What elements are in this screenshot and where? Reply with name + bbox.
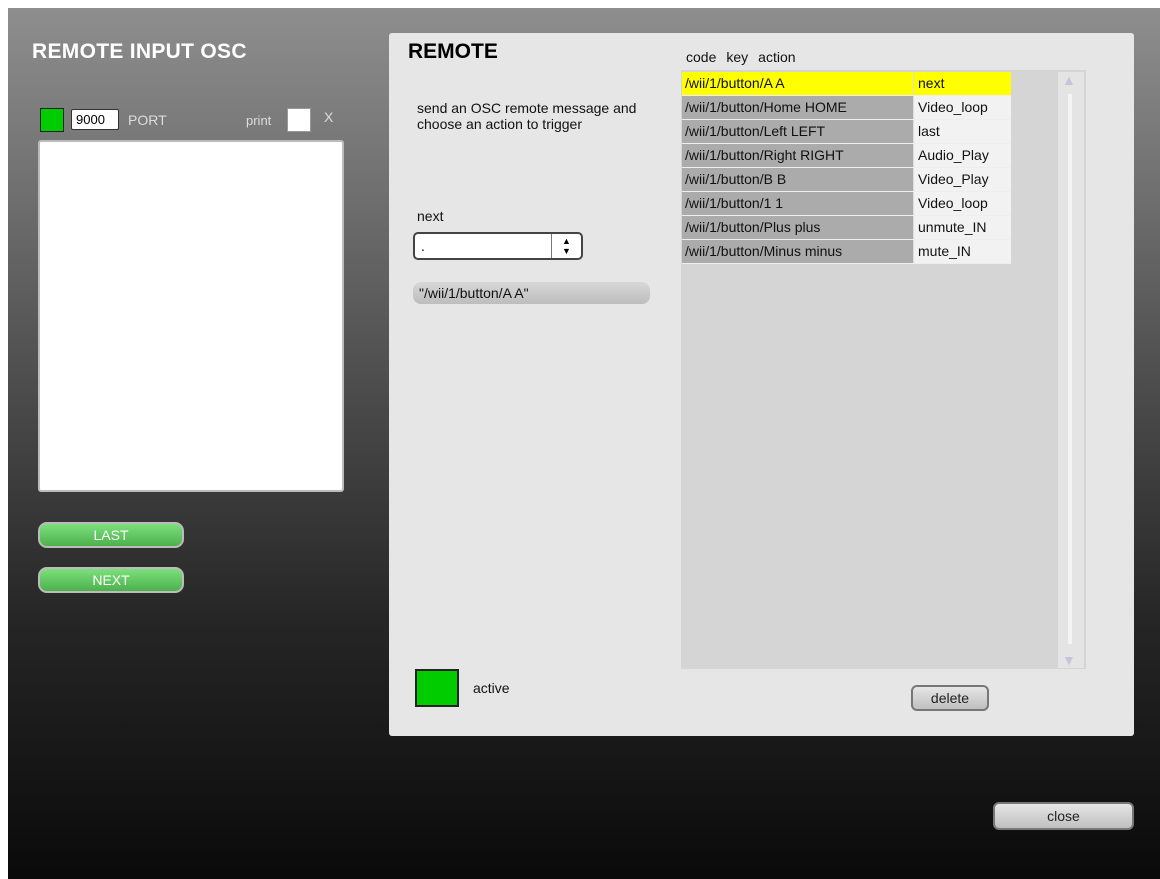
- print-toggle[interactable]: [287, 108, 311, 132]
- row-action[interactable]: Video_loop: [914, 192, 1011, 215]
- remote-panel-title: REMOTE: [408, 40, 498, 63]
- table-row[interactable]: /wii/1/button/1 1 Video_loop: [682, 192, 1011, 216]
- next-button[interactable]: NEXT: [38, 567, 184, 593]
- app-title: REMOTE INPUT OSC: [32, 40, 247, 63]
- table-row[interactable]: /wii/1/button/A Anext: [682, 72, 1011, 96]
- row-action[interactable]: last: [914, 120, 1011, 143]
- table-row[interactable]: /wii/1/button/Right RIGHT Audio_Play: [682, 144, 1011, 168]
- print-label: print: [246, 113, 272, 128]
- header-action: action: [758, 49, 796, 65]
- row-action[interactable]: unmute_IN: [914, 216, 1011, 239]
- table-row[interactable]: /wii/1/button/Plus plus unmute_IN: [682, 216, 1011, 240]
- delete-button[interactable]: delete: [911, 685, 989, 711]
- close-button[interactable]: close: [993, 802, 1134, 830]
- table-row[interactable]: /wii/1/button/Home HOME Video_loop: [682, 96, 1011, 120]
- port-input[interactable]: 9000: [71, 109, 119, 130]
- scrollbar[interactable]: ▲ ▼: [1058, 72, 1084, 668]
- osc-message-display: "/wii/1/button/A A": [413, 282, 650, 304]
- scroll-track[interactable]: [1068, 94, 1072, 644]
- row-code[interactable]: /wii/1/button/Left LEFT: [682, 120, 914, 143]
- row-code[interactable]: /wii/1/button/Minus minus: [682, 240, 914, 263]
- row-code[interactable]: /wii/1/button/B B: [682, 168, 914, 191]
- table-row[interactable]: /wii/1/button/Minus minus mute_IN: [682, 240, 1011, 264]
- action-select[interactable]: . ▲ ▼: [413, 232, 583, 260]
- osc-enable-toggle[interactable]: [40, 108, 64, 132]
- table-headers: code key action: [686, 49, 806, 65]
- row-action[interactable]: next: [914, 72, 1011, 95]
- mapping-table: /wii/1/button/A Anext/wii/1/button/Home …: [682, 72, 1011, 264]
- port-label: PORT: [128, 112, 167, 128]
- header-key: key: [726, 49, 749, 65]
- table-row[interactable]: /wii/1/button/Left LEFT last: [682, 120, 1011, 144]
- header-code: code: [686, 49, 717, 65]
- clear-print-button[interactable]: X: [324, 109, 333, 125]
- row-code[interactable]: /wii/1/button/1 1: [682, 192, 914, 215]
- osc-log-area[interactable]: [38, 140, 344, 492]
- table-row[interactable]: /wii/1/button/B B Video_Play: [682, 168, 1011, 192]
- row-code[interactable]: /wii/1/button/A A: [682, 72, 914, 95]
- scroll-up-icon[interactable]: ▲: [1062, 72, 1076, 88]
- active-toggle[interactable]: [415, 669, 459, 707]
- last-button[interactable]: LAST: [38, 522, 184, 548]
- row-code[interactable]: /wii/1/button/Plus plus: [682, 216, 914, 239]
- row-action[interactable]: mute_IN: [914, 240, 1011, 263]
- stepper-arrows-icon[interactable]: ▲ ▼: [551, 234, 581, 258]
- row-code[interactable]: /wii/1/button/Right RIGHT: [682, 144, 914, 167]
- row-action[interactable]: Audio_Play: [914, 144, 1011, 167]
- row-action[interactable]: Video_loop: [914, 96, 1011, 119]
- selected-action-label: next: [417, 208, 444, 224]
- remote-description: send an OSC remote message and choose an…: [417, 100, 637, 132]
- row-action[interactable]: Video_Play: [914, 168, 1011, 191]
- action-select-value: .: [421, 238, 425, 254]
- scroll-down-icon[interactable]: ▼: [1062, 652, 1076, 668]
- row-code[interactable]: /wii/1/button/Home HOME: [682, 96, 914, 119]
- active-label: active: [473, 680, 510, 696]
